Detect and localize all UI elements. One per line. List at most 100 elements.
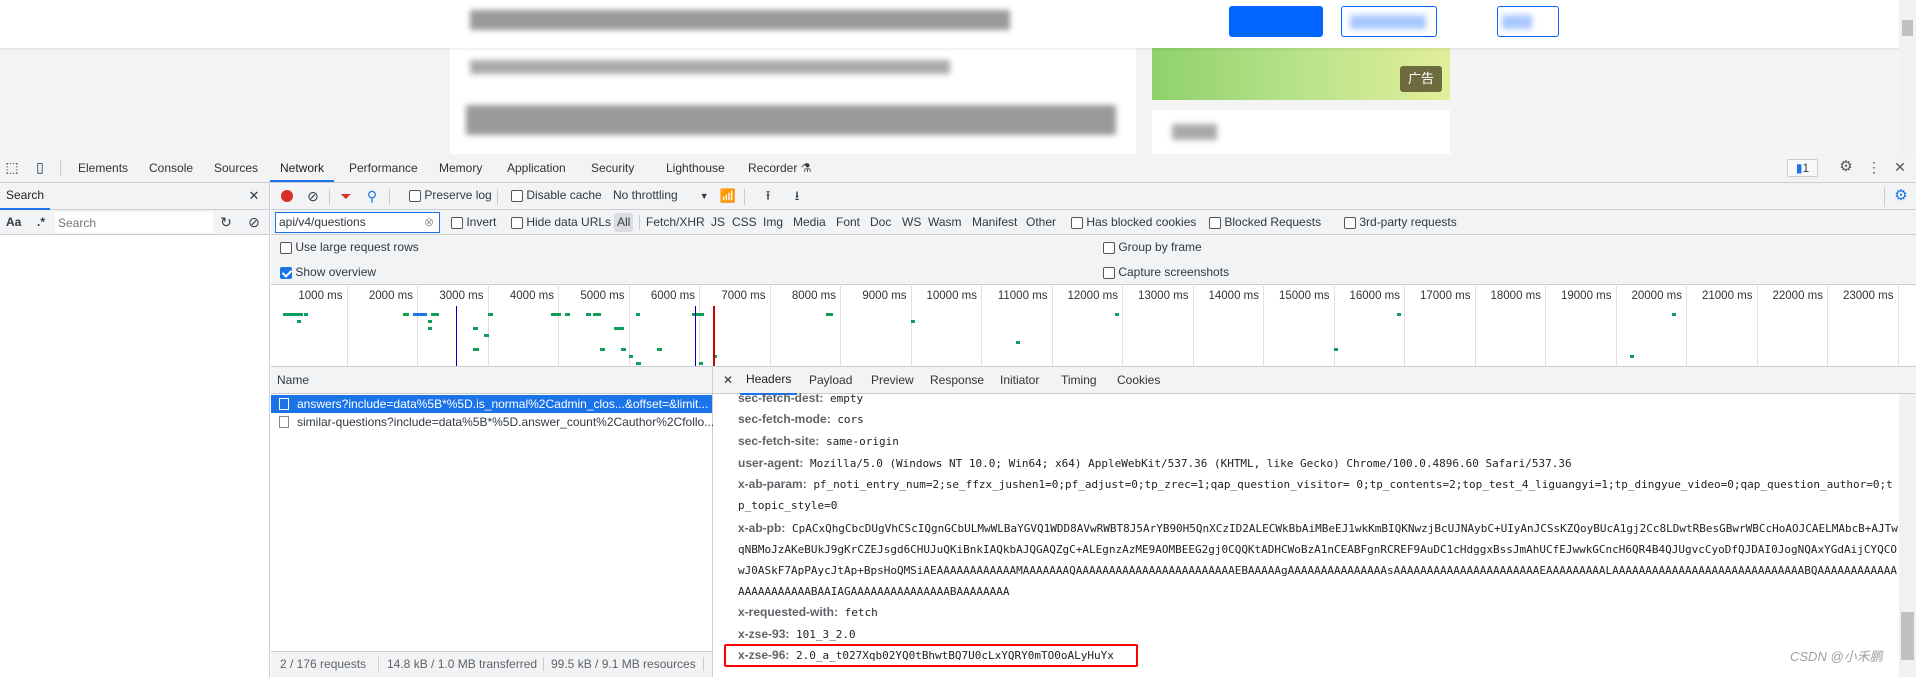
tab-memory[interactable]: Memory	[439, 154, 482, 182]
clear-search-icon[interactable]: ⊘	[246, 210, 262, 235]
clear-log-icon[interactable]: ⊘	[305, 183, 321, 209]
tab-console[interactable]: Console	[149, 154, 193, 182]
timeline-event-line	[455, 306, 457, 366]
header-secondary-button[interactable]	[1341, 6, 1437, 37]
header-name: x-requested-with:	[738, 605, 839, 619]
inspect-element-icon[interactable]: ⬚	[2, 154, 22, 180]
disable-cache-checkbox[interactable]: Disable cache	[511, 183, 602, 208]
third-party-requests-label: 3rd-party requests	[1359, 215, 1457, 229]
timeline-request-bar	[565, 313, 571, 316]
throttling-select[interactable]: No throttling ▼	[613, 183, 709, 209]
disable-cache-box[interactable]	[511, 189, 523, 202]
tab-lighthouse[interactable]: Lighthouse	[666, 154, 725, 182]
column-header-name[interactable]: Name	[277, 367, 309, 394]
timeline-request-bar	[1396, 313, 1401, 316]
group-by-frame-checkbox[interactable]: Group by frame	[1103, 235, 1202, 260]
timeline-request-bar	[473, 348, 480, 351]
clear-filter-icon[interactable]: ⊗	[424, 213, 434, 232]
close-search-icon[interactable]: ✕	[246, 183, 262, 209]
record-icon[interactable]	[281, 190, 293, 202]
timeline-tick-label: 23000 ms	[1842, 290, 1894, 302]
filter-type-img[interactable]: Img	[763, 210, 783, 235]
tab-network[interactable]: Network	[270, 154, 335, 182]
tab-recorder[interactable]: Recorder ⚗	[748, 154, 811, 182]
timeline-request-bar	[1114, 313, 1119, 316]
settings-gear-icon[interactable]: ⚙	[1836, 154, 1856, 180]
filter-type-js[interactable]: JS	[711, 210, 725, 235]
timeline-request-bar	[427, 327, 432, 330]
tab-application[interactable]: Application	[507, 154, 566, 182]
search-input[interactable]	[55, 212, 213, 233]
tab-elements[interactable]: Elements	[78, 154, 128, 182]
ad-label: 广告	[1400, 66, 1442, 92]
refresh-icon[interactable]: ↻	[218, 210, 234, 235]
header-name: sec-fetch-mode:	[738, 412, 831, 426]
header-value: 101_3_2.0	[795, 628, 856, 641]
details-scrollbar[interactable]	[1899, 394, 1916, 677]
ad-banner-image[interactable]: 广告	[1152, 40, 1450, 100]
site-header	[0, 0, 1899, 48]
filter-type-fetch-xhr[interactable]: Fetch/XHR	[646, 210, 705, 235]
match-case-toggle[interactable]: Aa	[6, 210, 21, 235]
filter-type-ws[interactable]: WS	[902, 210, 921, 235]
filter-type-manifest[interactable]: Manifest	[972, 210, 1017, 235]
filter-type-css[interactable]: CSS	[732, 210, 757, 235]
preserve-log-box[interactable]	[409, 189, 421, 202]
has-blocked-cookies-label: Has blocked cookies	[1086, 215, 1197, 229]
timeline-request-bar	[431, 313, 440, 316]
filter-type-doc[interactable]: Doc	[870, 210, 891, 235]
filter-type-font[interactable]: Font	[836, 210, 860, 235]
network-settings-gear-icon[interactable]: ⚙	[1891, 183, 1911, 209]
filter-input[interactable]: api/v4/questions ⊗	[275, 212, 440, 233]
issues-button[interactable]: ▮1	[1787, 159, 1818, 177]
header-tertiary-button[interactable]	[1497, 6, 1559, 37]
device-toolbar-icon[interactable]: ▯	[30, 154, 50, 180]
timeline-request-bar	[635, 362, 641, 365]
timeline-tick-label: 17000 ms	[1419, 290, 1471, 302]
show-overview-checkbox[interactable]: Show overview	[280, 260, 376, 285]
status-bar: 2 / 176 requests 14.8 kB / 1.0 MB transf…	[271, 651, 712, 677]
close-details-icon[interactable]: ✕	[723, 367, 733, 395]
close-devtools-icon[interactable]: ✕	[1890, 154, 1910, 180]
timeline-tick-label: 11000 ms	[997, 290, 1048, 302]
request-row[interactable]: similar-questions?include=data%5B*%5D.an…	[271, 413, 714, 431]
page-scrollbar[interactable]	[1899, 0, 1916, 154]
filter-type-wasm[interactable]: Wasm	[928, 210, 962, 235]
network-conditions-icon[interactable]: 📶	[719, 183, 737, 209]
content-card	[450, 40, 1136, 154]
export-har-icon[interactable]: ⭳	[789, 183, 805, 209]
timeline-request-bar	[1671, 313, 1676, 316]
header-row: x-zse-93: 101_3_2.0	[738, 624, 1898, 645]
timeline-tick-label: 14000 ms	[1208, 290, 1259, 302]
preserve-log-checkbox[interactable]: Preserve log	[409, 183, 492, 208]
capture-screenshots-checkbox[interactable]: Capture screenshots	[1103, 260, 1229, 285]
filter-type-media[interactable]: Media	[793, 210, 826, 235]
tab-performance[interactable]: Performance	[349, 154, 418, 182]
search-icon[interactable]: ⚲	[364, 183, 380, 209]
has-blocked-cookies-checkbox[interactable]: Has blocked cookies	[1071, 210, 1196, 235]
timeline-request-bar	[483, 334, 489, 337]
invert-checkbox[interactable]: Invert	[451, 210, 496, 235]
timeline-tick-label: 15000 ms	[1278, 290, 1330, 302]
timeline-request-bar	[297, 320, 302, 323]
timeline-event-line	[713, 306, 716, 366]
large-rows-checkbox[interactable]: Use large request rows	[280, 235, 419, 260]
import-har-icon[interactable]: ⭱	[760, 183, 776, 209]
filter-icon[interactable]: ⏷	[338, 183, 354, 209]
blocked-requests-checkbox[interactable]: Blocked Requests	[1209, 210, 1321, 235]
request-row[interactable]: answers?include=data%5B*%5D.is_normal%2C…	[271, 395, 712, 413]
hide-data-urls-checkbox[interactable]: Hide data URLs	[511, 210, 611, 235]
more-options-icon[interactable]: ⋮	[1864, 154, 1884, 180]
third-party-requests-checkbox[interactable]: 3rd-party requests	[1344, 210, 1457, 235]
tab-security[interactable]: Security	[591, 154, 634, 182]
regex-toggle[interactable]: .*	[37, 210, 45, 235]
filter-type-other[interactable]: Other	[1026, 210, 1056, 235]
filter-type-all[interactable]: All	[614, 213, 634, 232]
timeline-tick-label: 13000 ms	[1137, 290, 1189, 302]
header-row: x-ab-param: pf_noti_entry_num=2;se_ffzx_…	[738, 474, 1898, 516]
header-primary-button[interactable]	[1229, 6, 1323, 37]
tab-sources[interactable]: Sources	[214, 154, 258, 182]
network-overview-timeline[interactable]: 1000 ms 2000 ms 3000 ms 4000 ms 5000 ms 6000 …	[271, 286, 1916, 367]
timeline-request-bar	[593, 313, 602, 316]
search-panel-title[interactable]: Search	[0, 183, 51, 210]
